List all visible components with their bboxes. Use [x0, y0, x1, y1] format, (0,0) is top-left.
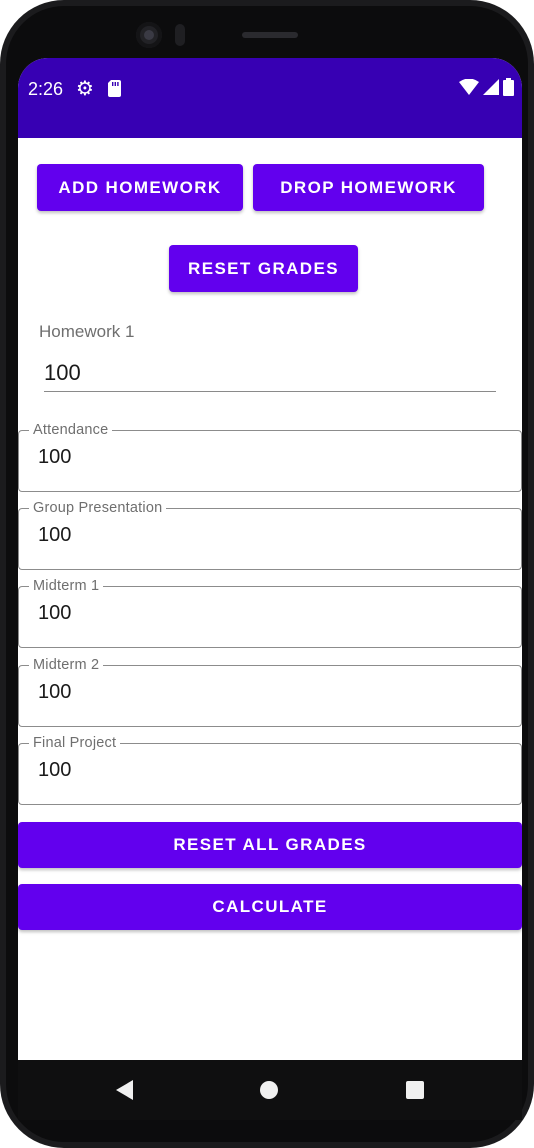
final-project-value[interactable]: 100 — [38, 759, 71, 782]
group-presentation-value[interactable]: 100 — [38, 524, 71, 547]
attendance-outline: Attendance — [18, 422, 522, 492]
front-camera — [136, 22, 162, 48]
midterm-1-value[interactable]: 100 — [38, 602, 71, 625]
midterm-1-field[interactable]: Midterm 1 100 — [18, 578, 522, 648]
navigation-bar — [18, 1060, 522, 1120]
group-presentation-label: Group Presentation — [33, 500, 163, 516]
homework-1-label: Homework 1 — [39, 322, 135, 341]
status-time: 2:26 — [28, 79, 64, 99]
back-icon[interactable] — [116, 1080, 133, 1100]
earpiece-speaker — [242, 32, 298, 38]
reset-grades-button[interactable]: RESET GRADES — [169, 245, 358, 292]
app-screen: 2:26 ⚙ ADD HOMEWORK DROP HOMEWORK RESET … — [18, 58, 522, 1120]
drop-homework-button[interactable]: DROP HOMEWORK — [253, 164, 484, 211]
sd-card-icon — [108, 80, 121, 97]
group-presentation-field[interactable]: Group Presentation 100 — [18, 500, 522, 570]
calculate-button[interactable]: CALCULATE — [18, 884, 522, 930]
gear-icon: ⚙ — [76, 76, 94, 100]
proximity-sensor — [175, 24, 185, 46]
status-icons — [459, 78, 514, 96]
phone-frame: 2:26 ⚙ ADD HOMEWORK DROP HOMEWORK RESET … — [0, 0, 534, 1148]
final-project-outline: Final Project — [18, 735, 522, 805]
midterm-2-value[interactable]: 100 — [38, 681, 71, 704]
midterm-1-outline: Midterm 1 — [18, 578, 522, 648]
wifi-icon — [459, 79, 479, 95]
add-homework-button[interactable]: ADD HOMEWORK — [37, 164, 243, 211]
attendance-value[interactable]: 100 — [38, 446, 71, 469]
final-project-label: Final Project — [33, 735, 117, 751]
group-presentation-outline: Group Presentation — [18, 500, 522, 570]
home-icon[interactable] — [260, 1081, 278, 1099]
recent-apps-icon[interactable] — [406, 1081, 424, 1099]
midterm-2-outline: Midterm 2 — [18, 657, 522, 727]
status-bar: 2:26 ⚙ — [18, 58, 522, 138]
battery-icon — [503, 78, 514, 96]
attendance-label: Attendance — [33, 422, 109, 438]
reset-all-grades-button[interactable]: RESET ALL GRADES — [18, 822, 522, 868]
midterm-2-field[interactable]: Midterm 2 100 — [18, 657, 522, 727]
attendance-field[interactable]: Attendance 100 — [18, 422, 522, 492]
signal-icon — [483, 79, 499, 95]
midterm-1-label: Midterm 1 — [33, 578, 100, 594]
homework-1-input[interactable] — [44, 355, 496, 392]
final-project-field[interactable]: Final Project 100 — [18, 735, 522, 805]
midterm-2-label: Midterm 2 — [33, 657, 100, 673]
